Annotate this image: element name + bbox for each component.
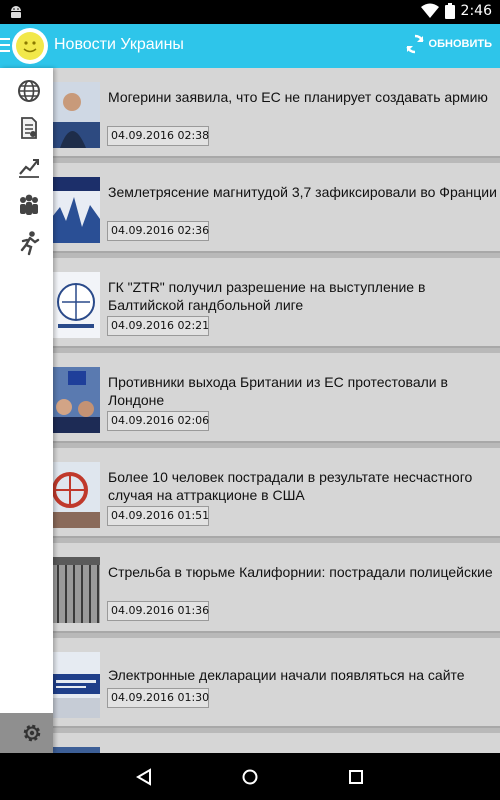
drawer-item-economy[interactable]	[14, 152, 44, 182]
system-nav-bar	[0, 753, 500, 800]
news-date: 04.09.2016 02:06	[107, 411, 209, 431]
gear-icon	[23, 724, 41, 742]
globe-icon	[18, 80, 40, 102]
smiley-icon	[23, 41, 37, 53]
news-item[interactable]: Более 10 человек пострадали в результате…	[0, 448, 500, 538]
news-thumbnail	[52, 272, 100, 338]
news-list: Могерини заявила, что ЕС не планирует со…	[0, 68, 500, 753]
drawer-item-sport[interactable]	[14, 228, 44, 258]
news-item[interactable]: Электронные декларации начали появляться…	[0, 638, 500, 728]
news-item[interactable]: ГК "ZTR" получил разрешение на выступлен…	[0, 258, 500, 348]
refresh-button[interactable]: ОБНОВИТЬ	[403, 32, 492, 56]
android-icon	[11, 6, 21, 18]
news-date: 04.09.2016 02:36	[107, 221, 209, 241]
news-thumbnail	[52, 177, 100, 243]
page-title: Новости Украины	[54, 36, 184, 53]
news-thumbnail	[52, 557, 100, 623]
news-date: 04.09.2016 02:38	[107, 126, 209, 146]
news-headline: ГК "ZTR" получил разрешение на выступлен…	[108, 279, 426, 313]
news-thumbnail	[52, 367, 100, 433]
news-date: 04.09.2016 01:30	[107, 688, 209, 708]
news-headline: Более 10 человек пострадали в результате…	[108, 469, 473, 503]
news-item[interactable]: Противники выхода Британии из ЕС протест…	[0, 353, 500, 443]
document-icon	[21, 117, 37, 139]
news-headline: Электронные декларации начали появляться…	[108, 667, 465, 683]
news-headline: Землетрясение магнитудой 3,7 зафиксирова…	[108, 184, 497, 200]
settings-button[interactable]	[0, 713, 53, 753]
recent-apps-icon[interactable]	[344, 765, 368, 789]
wifi-icon	[420, 3, 439, 18]
news-date: 04.09.2016 01:36	[107, 601, 209, 621]
app-bar: Новости Украины ОБНОВИТЬ	[0, 24, 500, 68]
news-thumbnail	[52, 462, 100, 528]
battery-icon	[444, 3, 455, 19]
drawer-item-society[interactable]	[14, 190, 44, 220]
back-icon[interactable]	[132, 765, 156, 789]
running-icon	[20, 231, 40, 256]
news-item[interactable]: Могерини заявила, что ЕС не планирует со…	[0, 68, 500, 158]
chart-icon	[19, 159, 39, 178]
clock: 2:46	[460, 3, 492, 19]
news-date: 04.09.2016 01:51	[107, 506, 209, 526]
menu-icon[interactable]	[0, 38, 10, 54]
news-headline: Могерини заявила, что ЕС не планирует со…	[108, 89, 488, 105]
refresh-label: ОБНОВИТЬ	[428, 38, 492, 50]
drawer-item-world[interactable]	[14, 76, 44, 106]
news-headline: Противники выхода Британии из ЕС протест…	[108, 374, 448, 408]
refresh-icon	[405, 34, 424, 54]
news-item[interactable]: Стрельба в тюрьме Калифорнии: пострадали…	[0, 543, 500, 633]
news-thumbnail	[52, 652, 100, 718]
home-icon[interactable]	[238, 765, 262, 789]
news-date: 04.09.2016 02:21	[107, 316, 209, 336]
people-icon	[20, 194, 38, 215]
news-headline: Стрельба в тюрьме Калифорнии: пострадали…	[108, 564, 493, 580]
status-bar: 2:46	[0, 0, 500, 24]
navigation-drawer	[0, 68, 53, 753]
drawer-item-documents[interactable]	[14, 113, 44, 143]
news-item[interactable]	[0, 733, 500, 753]
news-thumbnail	[52, 82, 100, 148]
app-logo	[12, 28, 48, 64]
news-item[interactable]: Землетрясение магнитудой 3,7 зафиксирова…	[0, 163, 500, 253]
